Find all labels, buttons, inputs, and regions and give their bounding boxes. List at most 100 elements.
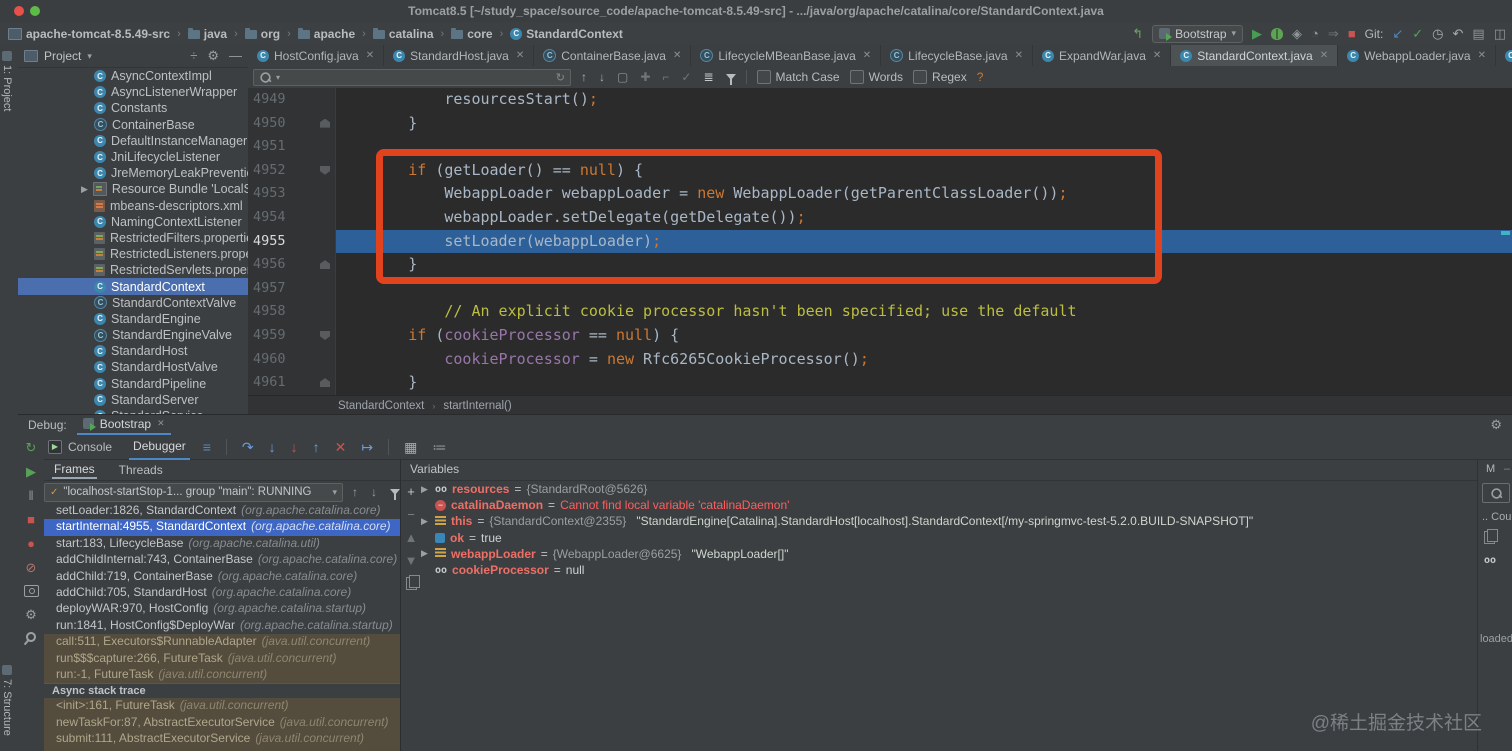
close-icon[interactable]: ✕ bbox=[1320, 50, 1328, 61]
tab-debugger[interactable]: Debugger bbox=[129, 433, 190, 460]
fold-marker-icon[interactable] bbox=[320, 165, 330, 175]
tree-item[interactable]: C StandardEngine bbox=[18, 311, 248, 327]
breadcrumb-item[interactable]: apache-tomcat-8.5.49-src bbox=[8, 27, 170, 41]
tree-item[interactable]: C StandardServer bbox=[18, 392, 248, 408]
tree-item[interactable]: C StandardPipeline bbox=[18, 376, 248, 392]
step-into-button[interactable]: ↓ bbox=[269, 440, 276, 454]
tree-item[interactable]: C AsyncContextImpl bbox=[18, 68, 248, 84]
editor-gutter[interactable]: 4949 bbox=[248, 88, 336, 112]
breadcrumb-item[interactable]: java bbox=[187, 27, 227, 41]
stack-frame-row[interactable]: run:-1, FutureTask (java.util.concurrent) bbox=[44, 666, 400, 684]
settings-button[interactable]: ⚙ bbox=[207, 48, 219, 64]
resume-button[interactable]: ▶ bbox=[26, 465, 36, 478]
editor-tab[interactable]: C ContainerBase.java ✕ bbox=[534, 45, 692, 66]
editor-gutter[interactable]: 4956 bbox=[248, 253, 336, 277]
regex-checkbox[interactable]: Regex bbox=[913, 70, 967, 84]
pin-button[interactable] bbox=[23, 629, 39, 645]
project-view-selector[interactable]: Project bbox=[44, 49, 81, 63]
memory-search-box[interactable] bbox=[1482, 483, 1510, 503]
run-to-cursor-button[interactable]: ↦ bbox=[361, 440, 373, 454]
expand-arrow-icon[interactable]: ▶ bbox=[421, 516, 430, 527]
tree-item[interactable]: C AsyncListenerWrapper bbox=[18, 84, 248, 100]
layout-settings-button[interactable]: ≔ bbox=[432, 440, 446, 454]
frame-up-button[interactable]: ↑ bbox=[352, 486, 358, 498]
variable-row[interactable]: ▶ webappLoader = {WebappLoader@6625} "Web… bbox=[421, 546, 1478, 562]
tab-threads[interactable]: Threads bbox=[119, 463, 163, 477]
editor-gutter[interactable]: 4961 bbox=[248, 371, 336, 395]
tree-item[interactable]: RestrictedFilters.properties bbox=[18, 230, 248, 246]
notifications-icon[interactable]: ◫ bbox=[1494, 27, 1506, 40]
debug-session-tab[interactable]: Bootstrap ✕ bbox=[76, 414, 171, 435]
stack-frame-row[interactable]: submit:111, AbstractExecutorService (java… bbox=[44, 731, 400, 748]
stop-debug-button[interactable]: ■ bbox=[27, 513, 35, 526]
tree-item[interactable]: ▶ Resource Bundle 'LocalStri bbox=[18, 181, 248, 197]
close-icon[interactable]: ✕ bbox=[366, 50, 374, 61]
debug-settings-button[interactable]: ⚙ bbox=[25, 608, 37, 621]
move-down-button[interactable]: ▼ bbox=[405, 554, 418, 567]
select-occurrences-button[interactable]: ✓ bbox=[681, 71, 691, 83]
vcs-update-button[interactable]: ↙ bbox=[1392, 27, 1403, 40]
drop-frame-button[interactable]: ✕ bbox=[335, 440, 347, 454]
tree-item[interactable]: C ContainerBase bbox=[18, 117, 248, 133]
help-icon[interactable]: ? bbox=[977, 70, 984, 84]
force-step-into-button[interactable]: ↓ bbox=[291, 440, 298, 454]
find-in-selection-button[interactable]: ▢ bbox=[617, 71, 628, 83]
tree-item[interactable]: C NamingContextListener bbox=[18, 214, 248, 230]
copy-icon[interactable] bbox=[1484, 529, 1498, 544]
watches-icon[interactable]: oo bbox=[1484, 555, 1496, 566]
find-prev-button[interactable]: ↑ bbox=[581, 71, 587, 83]
frame-down-button[interactable]: ↓ bbox=[371, 486, 377, 498]
thread-dropdown[interactable]: ✓ "localhost-startStop-1... group "main"… bbox=[44, 482, 343, 502]
view-breakpoints-button[interactable]: ● bbox=[27, 537, 35, 550]
words-checkbox[interactable]: Words bbox=[849, 70, 903, 84]
remove-occurrence-button[interactable]: ⌐ bbox=[662, 71, 669, 83]
move-up-button[interactable]: ▲ bbox=[405, 531, 418, 544]
rollback-button[interactable]: ↶ bbox=[1453, 27, 1464, 40]
breadcrumb-class[interactable]: StandardContext bbox=[338, 400, 424, 412]
stack-frame-row[interactable]: run$$$capture:266, FutureTask (java.util.… bbox=[44, 650, 400, 667]
variable-row[interactable]: ok = true bbox=[421, 530, 1478, 546]
tree-item[interactable]: mbeans-descriptors.xml bbox=[18, 198, 248, 214]
filter-lines-button[interactable]: ≣ bbox=[703, 71, 713, 83]
layout-menu-icon[interactable]: ≡ bbox=[203, 440, 211, 454]
editor-tab[interactable]: C LifecycleBase.java ✕ bbox=[881, 45, 1033, 66]
breadcrumb-item[interactable]: C StandardContext bbox=[510, 27, 623, 41]
editor-tab[interactable]: C ExpandWar.java ✕ bbox=[1033, 45, 1172, 66]
breadcrumb-item[interactable]: core bbox=[451, 27, 493, 41]
tree-item[interactable]: RestrictedServlets.properties bbox=[18, 262, 248, 278]
mute-breakpoints-button[interactable]: ⊘ bbox=[26, 561, 37, 574]
breadcrumb-item[interactable]: catalina bbox=[372, 27, 434, 41]
tree-item[interactable]: C StandardHostValve bbox=[18, 359, 248, 375]
breadcrumb-item[interactable]: org bbox=[244, 27, 280, 41]
close-icon[interactable]: ✕ bbox=[1153, 50, 1161, 61]
stack-frame-row[interactable]: startInternal:4955, StandardContext (org.… bbox=[44, 519, 400, 536]
stack-frame-row[interactable]: run:1841, HostConfig$DeployWar (org.apach… bbox=[44, 618, 400, 634]
sidebar-item-structure[interactable]: 7: Structure bbox=[1, 665, 13, 736]
close-icon[interactable]: ✕ bbox=[863, 50, 871, 61]
add-occurrence-button[interactable]: ✚ bbox=[640, 71, 650, 83]
search-input[interactable]: ▾ ↻ bbox=[253, 68, 571, 86]
expand-arrow-icon[interactable]: ▶ bbox=[421, 548, 430, 559]
tree-item[interactable]: C JreMemoryLeakPreventionLis bbox=[18, 165, 248, 181]
stack-frame-row[interactable]: addChildInternal:743, ContainerBase (org.… bbox=[44, 552, 400, 568]
close-icon[interactable]: ✕ bbox=[1478, 50, 1486, 61]
remove-watch-button[interactable]: − bbox=[407, 508, 415, 521]
stack-frame-row[interactable]: start:183, LifecycleBase (org.apache.cata… bbox=[44, 536, 400, 552]
coverage-button[interactable]: ◈ bbox=[1292, 27, 1302, 40]
run-configuration-select[interactable]: Bootstrap ▾ bbox=[1152, 24, 1244, 43]
debug-panel-settings-icon[interactable]: ⚙ bbox=[1490, 417, 1502, 433]
editor-gutter[interactable]: 4957 bbox=[248, 276, 336, 301]
match-case-checkbox[interactable]: Match Case bbox=[756, 70, 840, 84]
editor-scrollbar-marker[interactable] bbox=[1501, 231, 1510, 235]
editor-gutter[interactable]: 4958 bbox=[248, 300, 336, 324]
editor-tab[interactable]: C HostConfig.java ✕ bbox=[248, 45, 385, 66]
find-next-button[interactable]: ↓ bbox=[599, 71, 605, 83]
stack-frame-row[interactable]: call:511, Executors$RunnableAdapter (java… bbox=[44, 634, 400, 651]
attach-button[interactable]: ⇒ bbox=[1328, 27, 1339, 40]
breadcrumb-item[interactable]: apache bbox=[297, 27, 355, 41]
editor-gutter[interactable]: 4954 bbox=[248, 205, 336, 230]
editor-tab[interactable]: C WebappLoader.java ✕ bbox=[1338, 45, 1496, 66]
fold-marker-icon[interactable] bbox=[320, 260, 330, 270]
tree-item[interactable]: C StandardContext bbox=[18, 278, 248, 295]
recent-history-button[interactable]: ◷ bbox=[1432, 27, 1443, 40]
